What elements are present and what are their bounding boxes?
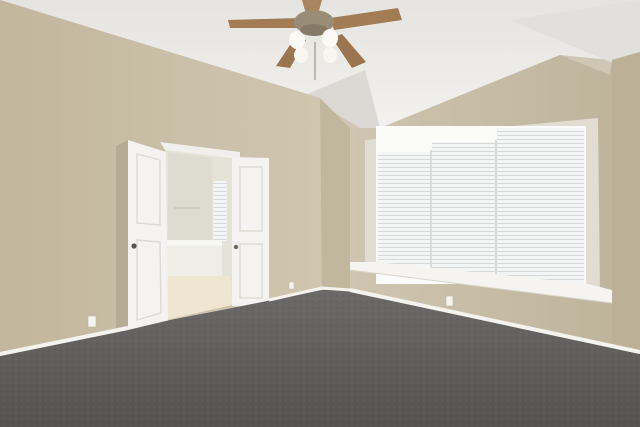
outlet-right [445, 295, 454, 307]
right-door-knob [233, 244, 239, 250]
left-door-knob [131, 243, 137, 249]
fan-light-1 [289, 31, 305, 49]
back-wall-pillar [320, 98, 350, 300]
bathroom-window [213, 181, 227, 241]
fan-light-2 [322, 29, 338, 47]
window-blinds-left [378, 152, 430, 266]
left-door [128, 140, 168, 336]
right-door [232, 157, 269, 307]
fan-light-3 [294, 47, 308, 63]
window-blinds-center [432, 142, 495, 274]
fan-light-4 [323, 47, 337, 63]
outlet-left [87, 315, 97, 328]
window-blinds-right [497, 128, 584, 283]
outlet-back [288, 281, 295, 290]
right-wall-far [612, 52, 640, 352]
bathroom-back-wall [168, 152, 212, 242]
bedroom-photo [0, 0, 640, 427]
